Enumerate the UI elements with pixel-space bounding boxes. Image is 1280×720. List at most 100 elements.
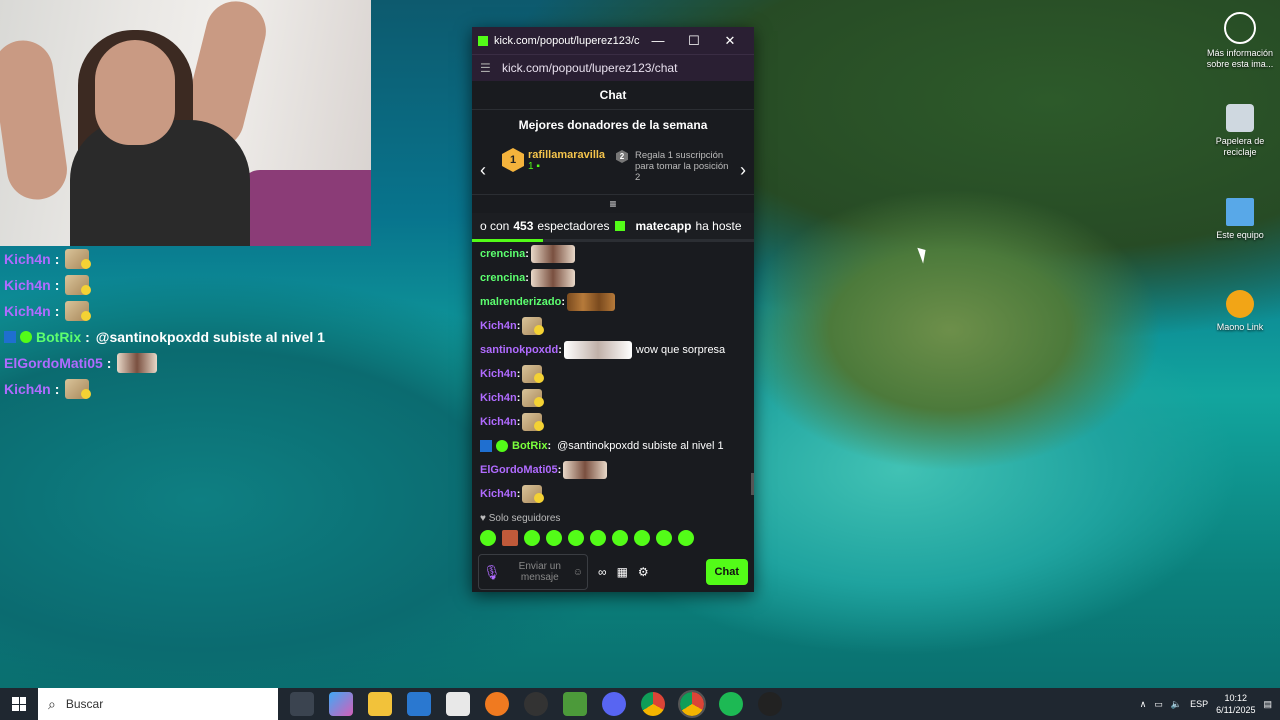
donor-count: 1 ▪ <box>528 160 540 172</box>
discord-icon[interactable] <box>602 692 626 716</box>
chevron-up-icon[interactable]: ∧ <box>1140 699 1147 710</box>
chat-fragment: : <box>54 251 60 267</box>
input-placeholder[interactable]: Enviar un mensaje <box>507 561 573 583</box>
chat-message[interactable]: Kich4n: <box>480 410 746 434</box>
emote-image <box>522 365 545 383</box>
emote-image <box>566 293 615 311</box>
word-icon[interactable] <box>446 692 470 716</box>
verified-icon <box>496 440 508 452</box>
chat-popout-window[interactable]: kick.com/popout/luperez123/chat... — ☐ ✕… <box>472 27 754 592</box>
chat-fragment: : <box>547 440 552 452</box>
chat-username: Kich4n <box>480 320 517 332</box>
emote-image <box>522 389 545 407</box>
mic-icon[interactable]: 🎙 <box>483 565 501 579</box>
chat-message[interactable]: Kich4n: <box>480 362 746 386</box>
minimize-button[interactable]: — <box>640 33 676 48</box>
emoji-icon[interactable]: ☺ <box>573 567 583 578</box>
overlay-message: @santinokpoxdd subiste al nivel 1 <box>95 329 325 345</box>
chat-message[interactable]: Kich4n: <box>480 314 746 338</box>
chat-fragment: : <box>516 392 521 404</box>
desktop-info-icon[interactable]: Más información sobre esta ima... <box>1200 12 1280 70</box>
chat-message[interactable]: BotRix: @santinokpoxdd subiste al nivel 1 <box>480 434 746 458</box>
followers-only-label: ♥ Solo seguidores <box>480 512 561 524</box>
chat-username: Kich4n <box>480 392 517 404</box>
chrome-icon[interactable] <box>641 692 665 716</box>
overlay-chat-line: Kich4n: <box>4 376 364 402</box>
chat-message[interactable]: Kich4n: <box>480 482 746 506</box>
chat-message[interactable]: malrenderizado: <box>480 290 746 314</box>
donor-first[interactable]: 1 rafillamaravilla 1 ▪ <box>502 148 605 172</box>
chat-message[interactable]: crencina: <box>480 266 746 290</box>
donor2-text: Regala 1 suscripción para tomar la posic… <box>635 150 729 183</box>
settings-gear-icon[interactable]: ⚙ <box>638 565 649 579</box>
chat-text: @santinokpoxdd subiste al nivel 1 <box>557 440 724 452</box>
site-settings-icon[interactable]: ☰ <box>480 61 492 75</box>
window-titlebar[interactable]: kick.com/popout/luperez123/chat... — ☐ ✕ <box>472 27 754 54</box>
store-app-icon[interactable] <box>407 692 431 716</box>
minecraft-icon[interactable] <box>563 692 587 716</box>
chat-message[interactable]: santinokpoxdd: wow que sorpresa <box>480 338 746 362</box>
chat-fragment: : <box>54 381 60 397</box>
chat-fragment: : <box>85 329 90 345</box>
chrome-active-icon[interactable] <box>678 690 706 718</box>
send-chat-button[interactable]: Chat <box>705 559 748 585</box>
chat-message[interactable]: Kich4n: <box>480 386 746 410</box>
chat-message[interactable]: ElGordoMati05: <box>480 458 746 482</box>
obs-icon[interactable] <box>524 692 548 716</box>
kick-icon <box>615 221 626 231</box>
desktop-recycle-bin-icon[interactable]: Papelera de reciclaje <box>1200 104 1280 158</box>
overlay-username: Kich4n <box>4 303 51 319</box>
emote-icon <box>568 530 584 546</box>
app-orange-icon[interactable] <box>485 692 509 716</box>
emote-icon <box>634 530 650 546</box>
chat-fragment: : <box>525 272 529 284</box>
overlay-username: Kich4n <box>4 277 51 293</box>
app-dark-icon[interactable] <box>758 692 782 716</box>
stream-chat-overlay: Kich4n: Kich4n: Kich4n: BotRix: @santinokpox… <box>4 246 364 402</box>
emote-icon <box>656 530 672 546</box>
emote-bar[interactable] <box>472 526 754 550</box>
start-button[interactable] <box>0 697 38 711</box>
message-input[interactable]: 🎙 Enviar un mensaje ☺ <box>478 554 588 590</box>
overlay-chat-line: Kich4n: <box>4 298 364 324</box>
language-indicator[interactable]: ESP <box>1190 699 1208 709</box>
store-icon[interactable]: ▦ <box>617 565 628 579</box>
chat-message[interactable]: crencina: <box>480 242 746 266</box>
maximize-button[interactable]: ☐ <box>676 33 712 49</box>
scrollbar[interactable] <box>751 473 754 495</box>
emote-image <box>563 341 632 359</box>
chat-fragment: : <box>525 248 529 260</box>
task-view-icon[interactable] <box>290 692 314 716</box>
prev-arrow-icon[interactable]: ‹ <box>480 160 486 181</box>
desktop-this-pc-icon[interactable]: Este equipo <box>1200 198 1280 241</box>
close-button[interactable]: ✕ <box>712 33 748 49</box>
chat-username: crencina <box>480 248 526 260</box>
volume-icon[interactable]: 🔈 <box>1171 699 1182 710</box>
clock[interactable]: 10:12 6/11/2025 <box>1216 692 1255 716</box>
emote-icon <box>502 530 518 546</box>
notifications-icon[interactable]: ▤ <box>1263 699 1272 710</box>
network-icon[interactable]: ▭ <box>1154 699 1163 710</box>
address-text[interactable]: kick.com/popout/luperez123/chat <box>502 61 677 75</box>
spotify-icon[interactable] <box>719 692 743 716</box>
chat-username: ElGordoMati05 <box>480 464 558 476</box>
emote-icon <box>678 530 694 546</box>
desktop-maono-icon[interactable]: Maono Link <box>1200 290 1280 333</box>
pinned-toggle-icon[interactable]: ≡ <box>472 195 754 213</box>
next-arrow-icon[interactable]: › <box>740 160 746 181</box>
taskbar-search[interactable]: ⌕ Buscar <box>38 688 278 720</box>
file-explorer-icon[interactable] <box>368 692 392 716</box>
kick-logo-icon <box>478 35 488 46</box>
verified-icon <box>20 331 32 343</box>
emote-icon <box>480 530 496 546</box>
address-bar[interactable]: ☰ kick.com/popout/luperez123/chat <box>472 54 754 81</box>
bot-badge-icon <box>480 440 492 452</box>
window-title: kick.com/popout/luperez123/chat... <box>494 34 640 47</box>
chat-fragment: : <box>516 416 521 428</box>
chat-fragment: : <box>54 277 60 293</box>
webcam-overlay <box>0 0 371 246</box>
donor-name: rafillamaravilla <box>528 148 606 161</box>
copilot-icon[interactable] <box>329 692 353 716</box>
points-icon[interactable]: ∞ <box>598 565 607 579</box>
donors-title: Mejores donadores de la semana <box>518 118 708 132</box>
